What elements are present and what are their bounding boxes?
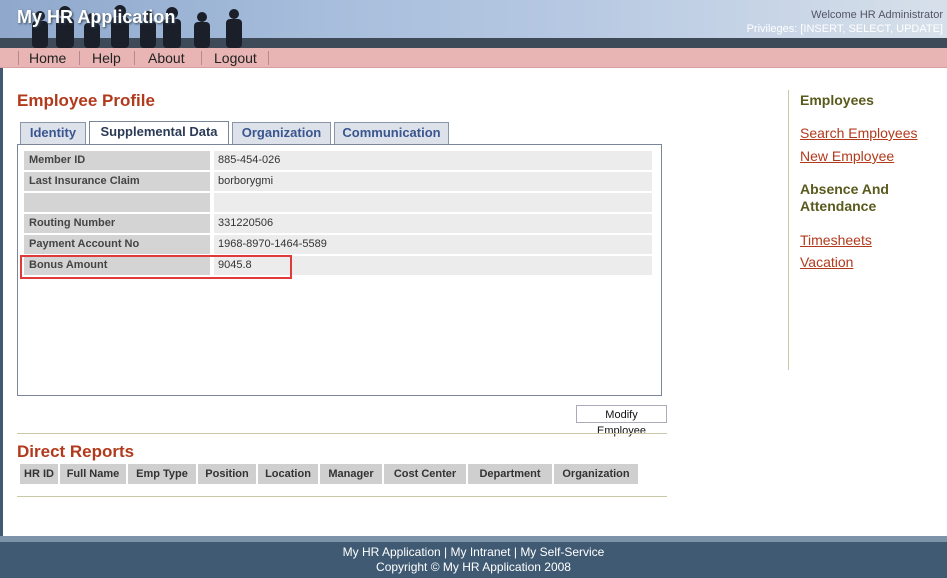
divider: [17, 496, 667, 497]
column-header-full-name[interactable]: Full Name: [60, 464, 126, 484]
supplemental-data-panel: Member ID 885-454-026 Last Insurance Cla…: [17, 144, 662, 396]
tab-organization[interactable]: Organization: [232, 122, 331, 144]
column-header-cost-center[interactable]: Cost Center: [384, 464, 466, 484]
page-title: Employee Profile: [17, 91, 155, 110]
field-label: Payment Account No: [24, 235, 210, 254]
column-header-hr-id[interactable]: HR ID: [20, 464, 58, 484]
footer-links: My HR Application | My Intranet | My Sel…: [0, 545, 947, 559]
new-employee-link[interactable]: New Employee: [800, 148, 894, 164]
nav-logout-link[interactable]: Logout: [214, 48, 257, 68]
bonus-amount-highlight: [20, 255, 292, 279]
field-value: borborygmi: [214, 172, 652, 191]
column-header-department[interactable]: Department: [468, 464, 552, 484]
column-header-emp-type[interactable]: Emp Type: [128, 464, 196, 484]
nav-separator: [18, 51, 19, 65]
field-label: Member ID: [24, 151, 210, 170]
welcome-text: Welcome HR Administrator: [811, 9, 943, 21]
field-label: Routing Number: [24, 214, 210, 233]
footer-strip: [0, 536, 947, 542]
empty-row: [24, 193, 652, 212]
tab-communication[interactable]: Communication: [334, 122, 449, 144]
tab-identity[interactable]: Identity: [20, 122, 86, 144]
footer-separator: |: [440, 545, 451, 559]
nav-home-link[interactable]: Home: [29, 48, 66, 68]
footer-link-intranet[interactable]: My Intranet: [450, 545, 510, 559]
column-header-manager[interactable]: Manager: [320, 464, 382, 484]
nav-about-link[interactable]: About: [148, 48, 185, 68]
content-area: Employee Profile Identity Supplemental D…: [3, 68, 947, 536]
field-label: [24, 193, 210, 212]
sidebar-divider: [788, 90, 789, 370]
timesheets-link[interactable]: Timesheets: [800, 232, 872, 248]
nav-separator: [79, 51, 80, 65]
direct-reports-title: Direct Reports: [17, 442, 135, 461]
nav-separator: [201, 51, 202, 65]
column-header-organization[interactable]: Organization: [554, 464, 638, 484]
field-value: 331220506: [214, 214, 652, 233]
privileges-text: Privileges: [INSERT, SELECT, UPDATE]: [746, 23, 943, 35]
employees-heading: Employees: [800, 92, 874, 108]
field-value: [214, 193, 652, 212]
modify-employee-button[interactable]: Modify Employee: [576, 405, 667, 437]
footer-link-self-service[interactable]: My Self-Service: [520, 545, 604, 559]
search-employees-link[interactable]: Search Employees: [800, 125, 918, 141]
footer-separator: |: [510, 545, 521, 559]
nav-separator: [268, 51, 269, 65]
app-header: My HR Application Welcome HR Administrat…: [0, 0, 947, 48]
column-header-position[interactable]: Position: [198, 464, 256, 484]
absence-attendance-heading-line2: Attendance: [800, 198, 877, 214]
last-insurance-claim-row: Last Insurance Claim borborygmi: [24, 172, 652, 191]
app-title: My HR Application: [17, 7, 176, 27]
main-nav: Home Help About Logout: [0, 48, 947, 68]
divider: [17, 433, 667, 434]
footer-link-hr-app[interactable]: My HR Application: [343, 545, 441, 559]
member-id-row: Member ID 885-454-026: [24, 151, 652, 170]
field-value: 885-454-026: [214, 151, 652, 170]
absence-attendance-heading-line1: Absence And: [800, 181, 889, 197]
payment-account-row: Payment Account No 1968-8970-1464-5589: [24, 235, 652, 254]
field-label: Last Insurance Claim: [24, 172, 210, 191]
nav-help-link[interactable]: Help: [92, 48, 121, 68]
nav-separator: [134, 51, 135, 65]
routing-number-row: Routing Number 331220506: [24, 214, 652, 233]
field-value: 1968-8970-1464-5589: [214, 235, 652, 254]
copyright-text: Copyright © My HR Application 2008: [376, 560, 571, 574]
vacation-link[interactable]: Vacation: [800, 254, 853, 270]
column-header-location[interactable]: Location: [258, 464, 318, 484]
tab-supplemental-data[interactable]: Supplemental Data: [89, 121, 229, 145]
